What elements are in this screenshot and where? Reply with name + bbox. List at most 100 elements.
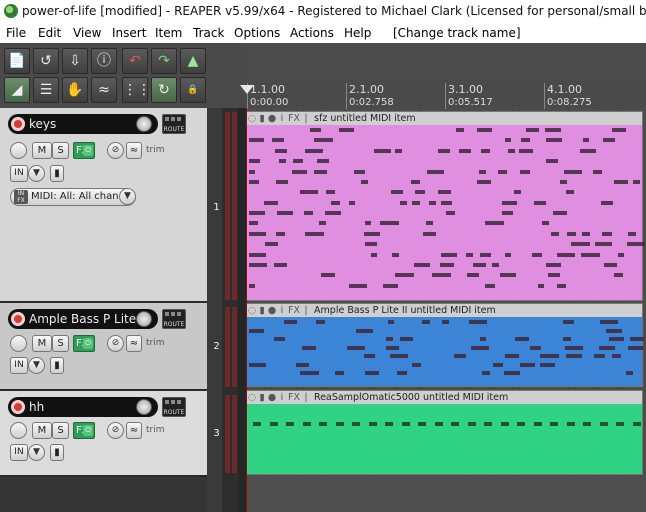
- menu-change-track-name[interactable]: [Change track name]: [393, 23, 521, 43]
- lock-icon[interactable]: ◌: [247, 304, 257, 317]
- arrange-view[interactable]: 1.1.00 2.1.00 3.1.00 4.1.00 0:00.00 0:02…: [246, 43, 646, 512]
- solo-button[interactable]: S: [52, 422, 69, 439]
- midi-note: [546, 159, 558, 164]
- menu-help[interactable]: Help: [344, 23, 371, 43]
- grid-icon[interactable]: ⋮⋮: [122, 77, 151, 103]
- volume-knob[interactable]: [136, 116, 152, 132]
- midi-note: [414, 262, 430, 267]
- menu-options[interactable]: Options: [234, 23, 280, 43]
- new-project-icon[interactable]: 📄: [4, 48, 30, 74]
- track-name-box[interactable]: keys: [8, 114, 158, 134]
- edit-cursor-marker[interactable]: [240, 85, 254, 94]
- ripple-edit-icon[interactable]: ☰: [33, 77, 59, 103]
- envelope-icon[interactable]: ≈: [126, 142, 142, 159]
- track-panel-ample-bass[interactable]: Ample Bass P Lite II ROUTE M S FX⏻ ⊘ ≈ t…: [0, 303, 207, 391]
- record-arm-button[interactable]: [11, 312, 25, 326]
- route-button[interactable]: ROUTE: [162, 397, 186, 417]
- meter-right: [232, 395, 237, 473]
- mute-icon[interactable]: ▮: [257, 112, 267, 125]
- volume-knob[interactable]: [136, 311, 152, 327]
- info-icon[interactable]: i: [277, 304, 287, 317]
- envelope-icon[interactable]: ≈: [126, 335, 142, 352]
- grab-icon[interactable]: ✋: [62, 77, 88, 103]
- record-arm-button[interactable]: [11, 400, 25, 414]
- input-monitor-icon[interactable]: ▼: [28, 357, 45, 374]
- fx-icon[interactable]: FX: [287, 112, 301, 125]
- record-arm-button[interactable]: [11, 117, 25, 131]
- envelope-icon[interactable]: ≈: [91, 77, 117, 103]
- mute-button[interactable]: M: [32, 142, 52, 159]
- loop-icon[interactable]: ↻: [151, 77, 177, 103]
- phase-icon[interactable]: ⊘: [107, 142, 124, 159]
- speaker-icon[interactable]: ▮: [50, 165, 64, 182]
- fx-icon[interactable]: FX: [287, 391, 301, 404]
- solo-button[interactable]: S: [52, 142, 69, 159]
- comment-icon[interactable]: ●: [267, 304, 277, 317]
- track-name-box[interactable]: Ample Bass P Lite II: [8, 309, 158, 329]
- menu-insert[interactable]: Insert: [112, 23, 146, 43]
- fx-power-icon[interactable]: ⏻: [83, 145, 93, 156]
- menu-item[interactable]: Item: [155, 23, 182, 43]
- fx-icon[interactable]: FX: [287, 304, 301, 317]
- speaker-icon[interactable]: ▮: [50, 357, 64, 374]
- pan-knob[interactable]: [10, 335, 27, 352]
- lock-icon[interactable]: 🔒: [180, 77, 206, 103]
- empty-track-area[interactable]: [246, 476, 646, 512]
- fx-button[interactable]: FX⏻: [73, 142, 95, 159]
- dropdown-chevron-icon[interactable]: ▼: [119, 188, 136, 205]
- mute-icon[interactable]: ▮: [257, 391, 267, 404]
- route-button[interactable]: ROUTE: [162, 309, 186, 329]
- phase-icon[interactable]: ⊘: [107, 335, 124, 352]
- input-monitor-icon[interactable]: ▼: [28, 165, 45, 182]
- track-panel-hh[interactable]: hh ROUTE M S FX⏻ ⊘ ≈ trim IN ▼ ▮: [0, 391, 207, 477]
- fx-power-icon[interactable]: ⏻: [83, 338, 93, 349]
- track-name[interactable]: Ample Bass P Lite II: [29, 309, 147, 329]
- midi-item-keys[interactable]: ◌ ▮ ● i FX | sfz untitled MIDI item: [246, 111, 645, 301]
- project-settings-icon[interactable]: ⓘ: [91, 48, 117, 74]
- auto-crossfade-icon[interactable]: ◢: [4, 77, 30, 103]
- solo-button[interactable]: S: [52, 335, 69, 352]
- save-icon[interactable]: ⇩: [62, 48, 88, 74]
- menu-actions[interactable]: Actions: [290, 23, 334, 43]
- phase-icon[interactable]: ⊘: [107, 422, 124, 439]
- panel-divider[interactable]: [238, 108, 246, 512]
- fx-button[interactable]: FX⏻: [73, 335, 95, 352]
- fx-power-icon[interactable]: ⏻: [83, 425, 93, 436]
- midi-item-hh[interactable]: ◌ ▮ ● i FX | ReaSamplOmatic5000 untitled MIDI…: [246, 390, 643, 475]
- mute-button[interactable]: M: [32, 422, 52, 439]
- menu-file[interactable]: File: [6, 23, 26, 43]
- track-name[interactable]: hh: [29, 397, 44, 417]
- mute-icon[interactable]: ▮: [257, 304, 267, 317]
- comment-icon[interactable]: ●: [267, 391, 277, 404]
- comment-icon[interactable]: ●: [267, 112, 277, 125]
- redo-icon[interactable]: ↷: [151, 48, 177, 74]
- fx-button[interactable]: FX⏻: [73, 422, 95, 439]
- menu-edit[interactable]: Edit: [38, 23, 61, 43]
- lock-icon[interactable]: ◌: [247, 112, 257, 125]
- midi-note: [542, 221, 549, 226]
- midi-item-bass[interactable]: ◌ ▮ ● i FX | Ample Bass P Lite II untitled MI…: [246, 303, 644, 387]
- undo-icon[interactable]: ↶: [122, 48, 148, 74]
- input-button[interactable]: IN: [10, 444, 28, 461]
- volume-knob[interactable]: [136, 399, 152, 415]
- metronome-icon[interactable]: ▲: [180, 48, 206, 74]
- input-button[interactable]: IN: [10, 357, 28, 374]
- track-name[interactable]: keys: [29, 114, 56, 134]
- envelope-icon[interactable]: ≈: [126, 422, 142, 439]
- pan-knob[interactable]: [10, 422, 27, 439]
- pan-knob[interactable]: [10, 142, 27, 159]
- midi-input-selector[interactable]: MIDI: All: All chann: [10, 188, 136, 206]
- track-name-box[interactable]: hh: [8, 397, 158, 417]
- input-button[interactable]: IN: [10, 165, 28, 182]
- speaker-icon[interactable]: ▮: [50, 444, 64, 461]
- menu-track[interactable]: Track: [193, 23, 224, 43]
- mute-button[interactable]: M: [32, 335, 52, 352]
- menu-view[interactable]: View: [73, 23, 101, 43]
- track-panel-keys[interactable]: keys ROUTE M S FX⏻ ⊘ ≈ trim IN ▼ ▮ MIDI:…: [0, 108, 207, 303]
- info-icon[interactable]: i: [277, 112, 287, 125]
- lock-icon[interactable]: ◌: [247, 391, 257, 404]
- open-icon[interactable]: ↺: [33, 48, 59, 74]
- input-monitor-icon[interactable]: ▼: [28, 444, 45, 461]
- route-button[interactable]: ROUTE: [162, 114, 186, 134]
- info-icon[interactable]: i: [277, 391, 287, 404]
